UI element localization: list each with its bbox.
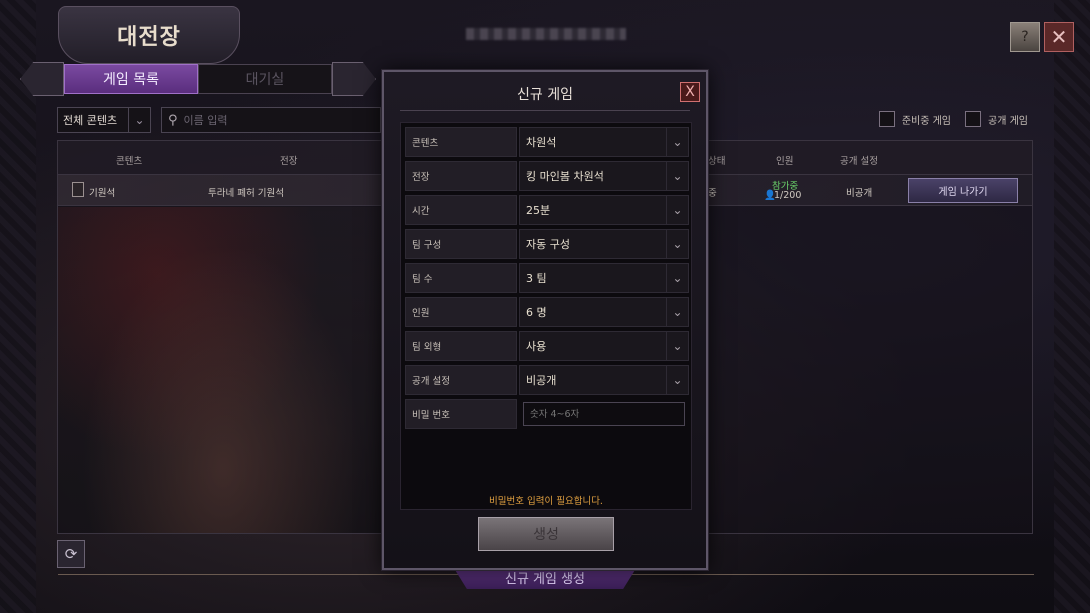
check-preparing-games[interactable]: 준비중 게임 [878,111,952,127]
select-value: 비공개 [526,374,557,387]
check-label: 공개 게임 [988,115,1028,127]
select-value: 자동 구성 [526,238,570,251]
team-composition-select[interactable]: 자동 구성 ⌄ [519,229,689,259]
form-row-players: 인원 6 명 ⌄ [405,297,689,327]
filter-checks: 준비중 게임 공개 게임 [878,111,1028,127]
form-label: 팀 수 [405,263,517,293]
form-label: 전장 [405,161,517,191]
battle-artwork [58,207,388,533]
chevron-down-icon[interactable]: ⌄ [666,264,688,292]
stone-icon [72,182,84,197]
checkbox[interactable] [878,111,895,127]
chevron-down-icon[interactable]: ⌄ [666,128,688,156]
blurred-player-name [466,28,626,40]
col-visibility: 공개 설정 [840,156,878,167]
create-button[interactable]: 생성 [478,517,614,551]
help-icon: ? [1021,29,1029,45]
form-label: 비밀 번호 [405,399,517,429]
col-content: 콘텐츠 [116,156,143,167]
title-plate: 대전장 [58,6,240,64]
select-value: 6 명 [526,306,547,319]
leave-game-button[interactable]: 게임 나가기 [908,178,1018,203]
filter-row: 전체 콘텐츠 ⌄ ⚲ 이름 입력 [57,107,381,133]
help-button[interactable]: ? [1010,22,1040,52]
right-frame [1054,0,1090,613]
content-filter-select[interactable]: 전체 콘텐츠 ⌄ [57,107,151,133]
chevron-down-icon[interactable]: ⌄ [666,230,688,258]
password-required-notice: 비밀번호 입력이 필요합니다. [489,496,603,507]
chevron-down-icon[interactable]: ⌄ [666,366,688,394]
check-label: 준비중 게임 [901,115,952,127]
visibility-select[interactable]: 비공개 ⌄ [519,365,689,395]
search-icon: ⚲ [168,112,178,128]
time-select[interactable]: 25분 ⌄ [519,195,689,225]
form-label: 공개 설정 [405,365,517,395]
players-select[interactable]: 6 명 ⌄ [519,297,689,327]
tab-waiting-room[interactable]: 대기실 [198,64,332,94]
tab-rail: 게임 목록 대기실 [20,62,376,96]
form-row-team-count: 팀 수 3 팀 ⌄ [405,263,689,293]
close-icon: ✕ [1050,25,1068,49]
form-row-visibility: 공개 설정 비공개 ⌄ [405,365,689,395]
row-status: 중 [708,188,717,199]
chevron-down-icon[interactable]: ⌄ [666,162,688,190]
modal-form: 콘텐츠 차원석 ⌄ 전장 킹 마인봄 차원석 ⌄ 시간 25분 ⌄ 팀 구성 자… [400,122,692,510]
search-placeholder: 이름 입력 [183,114,228,127]
tab-game-list[interactable]: 게임 목록 [64,64,198,94]
form-label: 팀 외형 [405,331,517,361]
form-row-password: 비밀 번호 [405,399,689,429]
form-label: 인원 [405,297,517,327]
row-content: 기원석 [89,188,116,199]
form-label: 시간 [405,195,517,225]
new-game-modal: 신규 게임 X 콘텐츠 차원석 ⌄ 전장 킹 마인봄 차원석 ⌄ 시간 25분 … [382,70,708,570]
chevron-down-icon[interactable]: ⌄ [666,332,688,360]
select-value: 킹 마인봄 차원석 [526,170,604,183]
form-row-time: 시간 25분 ⌄ [405,195,689,225]
form-row-team-composition: 팀 구성 자동 구성 ⌄ [405,229,689,259]
row-visibility: 비공개 [846,188,873,199]
form-row-team-appearance: 팀 외형 사용 ⌄ [405,331,689,361]
select-value: 25분 [526,204,551,217]
col-field: 전장 [280,156,298,167]
row-players: 1/200 [774,190,802,201]
form-label: 팀 구성 [405,229,517,259]
form-row-field: 전장 킹 마인봄 차원석 ⌄ [405,161,689,191]
modal-close-button[interactable]: X [680,82,700,102]
select-value: 사용 [526,340,547,353]
content-filter-value: 전체 콘텐츠 [63,114,118,127]
password-input[interactable] [523,402,685,426]
check-public-games[interactable]: 공개 게임 [965,111,1028,127]
checkbox[interactable] [965,111,982,127]
form-label: 콘텐츠 [405,127,517,157]
chevron-down-icon[interactable]: ⌄ [666,196,688,224]
row-field: 투라네 폐허 기원석 [208,188,284,199]
tab-next-arrow[interactable] [332,62,376,96]
chevron-down-icon[interactable]: ⌄ [666,298,688,326]
field-select[interactable]: 킹 마인봄 차원석 ⌄ [519,161,689,191]
modal-title: 신규 게임 [517,87,573,103]
refresh-icon: ⟳ [64,545,78,563]
search-input[interactable]: ⚲ 이름 입력 [161,107,381,133]
tab-prev-arrow[interactable] [20,62,64,96]
col-status: 상태 [708,156,726,167]
team-appearance-select[interactable]: 사용 ⌄ [519,331,689,361]
close-icon: X [685,84,695,100]
close-window-button[interactable]: ✕ [1044,22,1074,52]
col-players: 인원 [776,156,794,167]
divider [400,110,690,111]
select-value: 차원석 [526,136,557,149]
team-count-select[interactable]: 3 팀 ⌄ [519,263,689,293]
form-row-content: 콘텐츠 차원석 ⌄ [405,127,689,157]
page-title: 대전장 [117,25,181,50]
select-value: 3 팀 [526,272,547,285]
content-select[interactable]: 차원석 ⌄ [519,127,689,157]
refresh-button[interactable]: ⟳ [57,540,85,568]
chevron-down-icon: ⌄ [128,108,150,132]
